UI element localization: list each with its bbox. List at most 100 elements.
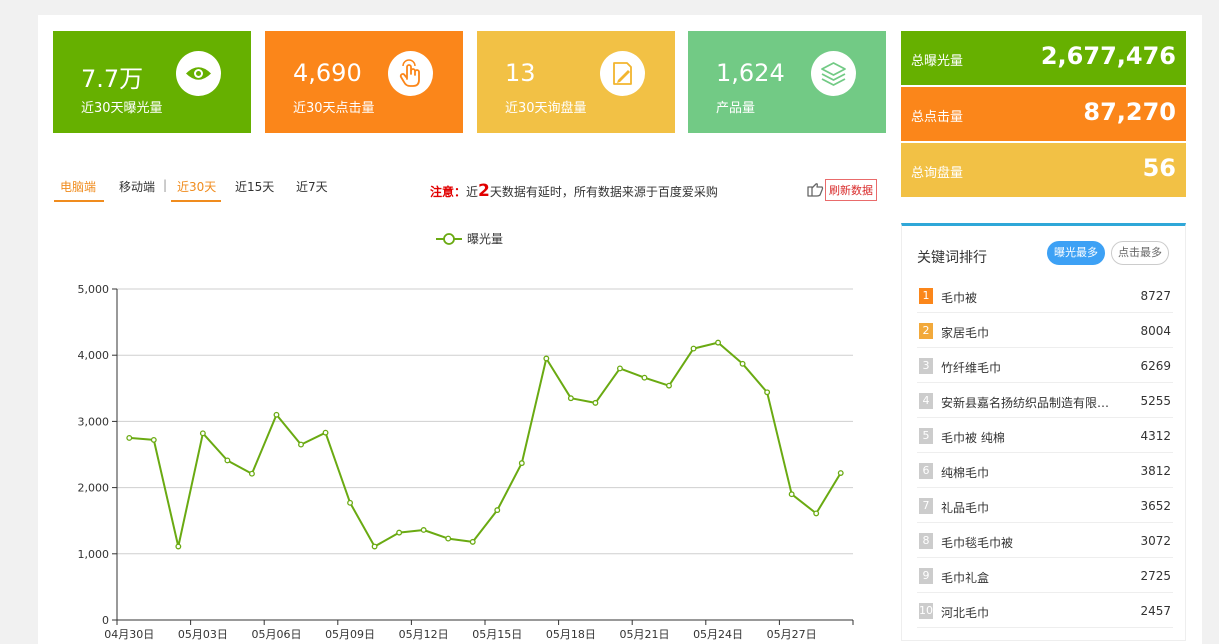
data-point[interactable] (666, 382, 672, 389)
data-point[interactable] (445, 535, 452, 542)
keyword-name: 毛巾礼盒 (941, 571, 990, 585)
keyword-row: 9 毛巾礼盒 2725 (917, 558, 1173, 593)
keyword-value: 3812 (1140, 464, 1171, 478)
edit-document-icon (600, 51, 645, 96)
data-point[interactable] (469, 538, 476, 545)
keyword-name: 毛巾被 纯棉 (941, 431, 1005, 445)
data-point[interactable] (690, 345, 697, 352)
rank-badge: 1 (919, 288, 933, 304)
rank-badge: 4 (919, 393, 933, 409)
x-tick-label: 05月18日 (546, 628, 596, 641)
tab-desktop[interactable]: 电脑端 (54, 178, 104, 202)
data-point[interactable] (592, 399, 599, 406)
data-point[interactable] (199, 430, 206, 437)
tab-most-exposure[interactable]: 曝光最多 (1047, 241, 1105, 265)
stat-label: 产品量 (716, 101, 756, 116)
x-tick-label: 05月24日 (693, 628, 743, 641)
data-point[interactable] (616, 365, 623, 372)
data-point[interactable] (567, 395, 574, 402)
stat-card-exposure: 7.7万 近30天曝光量 (53, 31, 251, 133)
total-value: 87,270 (1083, 98, 1176, 126)
data-point[interactable] (641, 374, 648, 381)
data-point[interactable] (813, 510, 820, 517)
data-point[interactable] (764, 389, 771, 396)
y-tick-label: 3,000 (78, 415, 110, 428)
keyword-value: 3652 (1140, 499, 1171, 513)
y-tick-label: 0 (102, 614, 109, 627)
data-point[interactable] (543, 355, 550, 362)
keyword-row: 4 安新县嘉名扬纺织品制造有限公司 5255 (917, 383, 1173, 418)
keyword-row: 2 家居毛巾 8004 (917, 313, 1173, 348)
keyword-name: 安新县嘉名扬纺织品制造有限公司 (941, 396, 1116, 410)
x-axis: 04月30日 05月03日 05月06日 05月09日 05月12日 05月15日 05月1… (104, 619, 854, 641)
legend-label: 曝光量 (467, 232, 503, 246)
data-point[interactable] (837, 470, 844, 476)
total-value: 56 (1142, 154, 1176, 182)
data-point[interactable] (420, 527, 427, 533)
data-point[interactable] (150, 436, 157, 443)
tab-separator: | (163, 178, 168, 192)
keyword-value: 6269 (1140, 359, 1171, 373)
data-points (126, 339, 844, 550)
total-clicks: 总点击量 87,270 (901, 87, 1186, 141)
stat-label: 近30天询盘量 (505, 101, 587, 116)
data-point[interactable] (175, 543, 182, 550)
stat-label: 近30天点击量 (293, 101, 375, 116)
layers-icon (811, 51, 856, 96)
keyword-name: 家居毛巾 (941, 326, 990, 340)
data-point[interactable] (224, 457, 231, 464)
data-point[interactable] (494, 507, 501, 514)
x-tick-label: 05月03日 (178, 628, 228, 641)
tab-mobile[interactable]: 移动端 (119, 178, 155, 200)
keyword-name: 纯棉毛巾 (941, 466, 990, 480)
delay-notice: 注意：近2天数据有延时，所有数据来源于百度爱采购 (430, 181, 718, 201)
x-tick-label: 05月27日 (767, 628, 817, 641)
y-tick-label: 4,000 (78, 349, 110, 362)
keyword-value: 3072 (1140, 534, 1171, 548)
tab-30-days[interactable]: 近30天 (171, 178, 221, 202)
totals-panel: 总曝光量 2,677,476 总点击量 87,270 总询盘量 56 (901, 31, 1186, 199)
data-point[interactable] (298, 441, 304, 448)
total-value: 2,677,476 (1040, 42, 1176, 70)
data-point[interactable] (126, 434, 133, 441)
tab-7-days[interactable]: 近7天 (296, 178, 328, 200)
tab-15-days[interactable]: 近15天 (235, 178, 274, 200)
hand-click-icon (388, 51, 433, 96)
keyword-ranking-panel: 关键词排行 曝光最多 点击最多 1 毛巾被 8727 2 家居毛巾 8004 3 竹纤维毛巾 6… (901, 223, 1186, 641)
data-point[interactable] (788, 491, 795, 498)
rank-badge: 3 (919, 358, 933, 374)
x-tick-label: 05月09日 (325, 628, 375, 641)
keyword-name: 毛巾被 (941, 291, 978, 305)
keyword-value: 8727 (1140, 289, 1171, 303)
data-point[interactable] (518, 460, 525, 467)
chart-legend[interactable]: 曝光量 (436, 232, 503, 246)
rank-badge: 2 (919, 323, 933, 339)
notice-days: 2 (478, 181, 490, 201)
keyword-value: 8004 (1140, 324, 1171, 338)
x-tick-label: 05月06日 (251, 628, 301, 641)
data-point[interactable] (322, 429, 329, 436)
data-point[interactable] (371, 543, 378, 550)
stat-label: 近30天曝光量 (81, 101, 163, 116)
refresh-data-button[interactable]: 刷新数据 (825, 179, 877, 201)
series-line-exposure (129, 341, 842, 548)
keyword-row: 5 毛巾被 纯棉 4312 (917, 418, 1173, 453)
data-point[interactable] (715, 339, 722, 346)
x-tick-label: 05月15日 (472, 628, 522, 641)
keyword-value: 5255 (1140, 394, 1171, 408)
rank-badge: 7 (919, 498, 933, 514)
tab-most-clicks[interactable]: 点击最多 (1111, 241, 1169, 265)
total-label: 总询盘量 (911, 166, 964, 181)
keyword-name: 竹纤维毛巾 (941, 361, 1002, 375)
eye-icon (176, 51, 221, 96)
keyword-value: 2725 (1140, 569, 1171, 583)
data-point[interactable] (396, 529, 403, 536)
rank-badge: 10 (919, 603, 933, 619)
data-point[interactable] (739, 360, 746, 367)
rank-badge: 6 (919, 463, 933, 479)
data-point[interactable] (273, 411, 280, 418)
data-point[interactable] (347, 499, 354, 506)
data-point[interactable] (248, 470, 255, 477)
notice-text: 天数据有延时，所有数据来源于百度爱采购 (489, 185, 718, 199)
chart-grid (117, 288, 853, 555)
